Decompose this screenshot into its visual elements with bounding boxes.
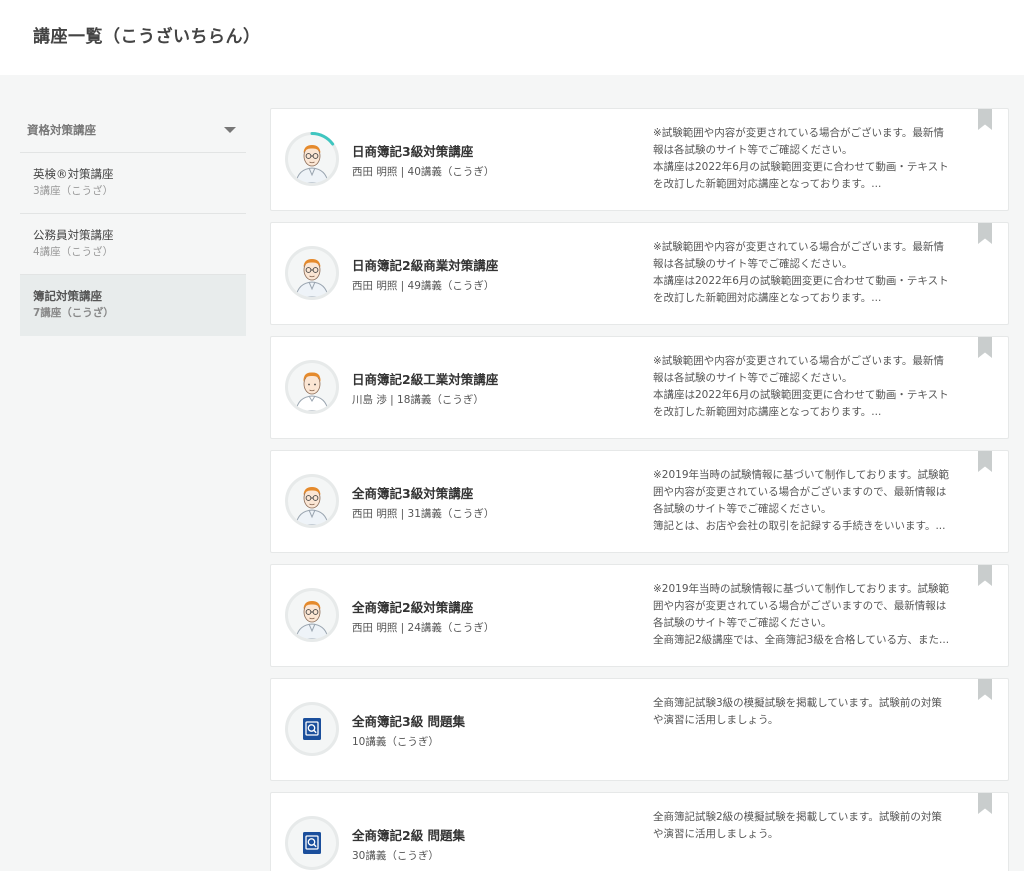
course-meta: 川島 渉 | 18講義（こうぎ） [352, 394, 484, 406]
course-title: 全商簿記2級 問題集 [352, 828, 466, 843]
category-dropdown[interactable]: 資格対策講座 [20, 108, 246, 153]
sidebar-item-bookkeeping[interactable]: 簿記対策講座 7講座（こうざ） [20, 275, 246, 336]
sidebar-item-count: 4講座（こうざ） [33, 246, 114, 258]
sidebar-item-label: 英検®対策講座 [33, 167, 114, 181]
course-card[interactable]: 全商簿記2級対策講座 西田 明照 | 24講義（こうぎ） ※2019年当時の試験… [270, 564, 1009, 667]
course-title: 全商簿記3級対策講座 [352, 486, 474, 501]
course-description: 全商簿記試験2級の模擬試験を掲載しています。試験前の対策 や演習に活用しましょう… [653, 811, 942, 840]
category-dropdown-label: 資格対策講座 [27, 123, 96, 137]
bookmark-icon[interactable] [978, 679, 992, 700]
bookmark-icon[interactable] [978, 109, 992, 130]
bookmark-icon[interactable] [978, 451, 992, 472]
workbook-icon [285, 816, 339, 870]
bookmark-icon[interactable] [978, 223, 992, 244]
instructor-avatar-icon [285, 360, 339, 414]
sidebar-item-label: 公務員対策講座 [33, 228, 114, 242]
course-card[interactable]: 日商簿記2級商業対策講座 西田 明照 | 49講義（こうぎ） ※試験範囲や内容が… [270, 222, 1009, 325]
course-description: ※2019年当時の試験情報に基づいて制作しております。試験範 囲や内容が変更され… [653, 583, 950, 646]
course-card[interactable]: 日商簿記3級対策講座 西田 明照 | 40講義（こうぎ） ※試験範囲や内容が変更… [270, 108, 1009, 211]
sidebar-item-civil-service[interactable]: 公務員対策講座 4講座（こうざ） [20, 214, 246, 275]
sidebar-item-count: 7講座（こうざ） [33, 307, 114, 319]
course-meta: 西田 明照 | 31講義（こうぎ） [352, 508, 495, 520]
course-card[interactable]: 日商簿記2級工業対策講座 川島 渉 | 18講義（こうぎ） ※試験範囲や内容が変… [270, 336, 1009, 439]
course-meta: 30講義（こうぎ） [352, 850, 439, 862]
course-meta: 10講義（こうぎ） [352, 736, 439, 748]
instructor-avatar-icon [285, 246, 339, 300]
instructor-avatar-icon [285, 474, 339, 528]
progress-ring-icon [285, 132, 339, 186]
bookmark-icon[interactable] [978, 337, 992, 358]
course-description: ※試験範囲や内容が変更されている場合がございます。最新情 報は各試験のサイト等で… [653, 241, 949, 304]
page-title: 講座一覧（こうざいちらん） [33, 27, 261, 47]
category-sidebar: 資格対策講座 英検®対策講座 3講座（こうざ） 公務員対策講座 4講座（こうざ）… [20, 108, 246, 336]
course-card[interactable]: 全商簿記3級対策講座 西田 明照 | 31講義（こうぎ） ※2019年当時の試験… [270, 450, 1009, 553]
course-meta: 西田 明照 | 49講義（こうぎ） [352, 280, 495, 292]
workbook-icon [285, 702, 339, 756]
course-meta: 西田 明照 | 40講義（こうぎ） [352, 166, 495, 178]
sidebar-item-count: 3講座（こうざ） [33, 185, 114, 197]
course-title: 全商簿記2級対策講座 [352, 600, 474, 615]
page-header: 講座一覧（こうざいちらん） [0, 0, 1024, 75]
bookmark-icon[interactable] [978, 793, 992, 814]
course-description: ※2019年当時の試験情報に基づいて制作しております。試験範 囲や内容が変更され… [653, 469, 950, 532]
course-title: 日商簿記2級工業対策講座 [352, 372, 499, 387]
course-description: 全商簿記試験3級の模擬試験を掲載しています。試験前の対策 や演習に活用しましょう… [653, 697, 942, 726]
caret-down-icon [224, 127, 236, 133]
course-description: ※試験範囲や内容が変更されている場合がございます。最新情 報は各試験のサイト等で… [653, 355, 949, 418]
sidebar-item-eiken[interactable]: 英検®対策講座 3講座（こうざ） [20, 153, 246, 214]
bookmark-icon[interactable] [978, 565, 992, 586]
course-card[interactable]: 全商簿記3級 問題集 10講義（こうぎ） 全商簿記試験3級の模擬試験を掲載してい… [270, 678, 1009, 781]
instructor-avatar-icon [285, 588, 339, 642]
course-card[interactable]: 全商簿記2級 問題集 30講義（こうぎ） 全商簿記試験2級の模擬試験を掲載してい… [270, 792, 1009, 871]
sidebar-item-label: 簿記対策講座 [33, 289, 102, 303]
course-meta: 西田 明照 | 24講義（こうぎ） [352, 622, 495, 634]
course-title: 全商簿記3級 問題集 [352, 714, 466, 729]
course-title: 日商簿記2級商業対策講座 [352, 258, 499, 273]
course-title: 日商簿記3級対策講座 [352, 144, 474, 159]
course-description: ※試験範囲や内容が変更されている場合がございます。最新情 報は各試験のサイト等で… [653, 127, 949, 190]
